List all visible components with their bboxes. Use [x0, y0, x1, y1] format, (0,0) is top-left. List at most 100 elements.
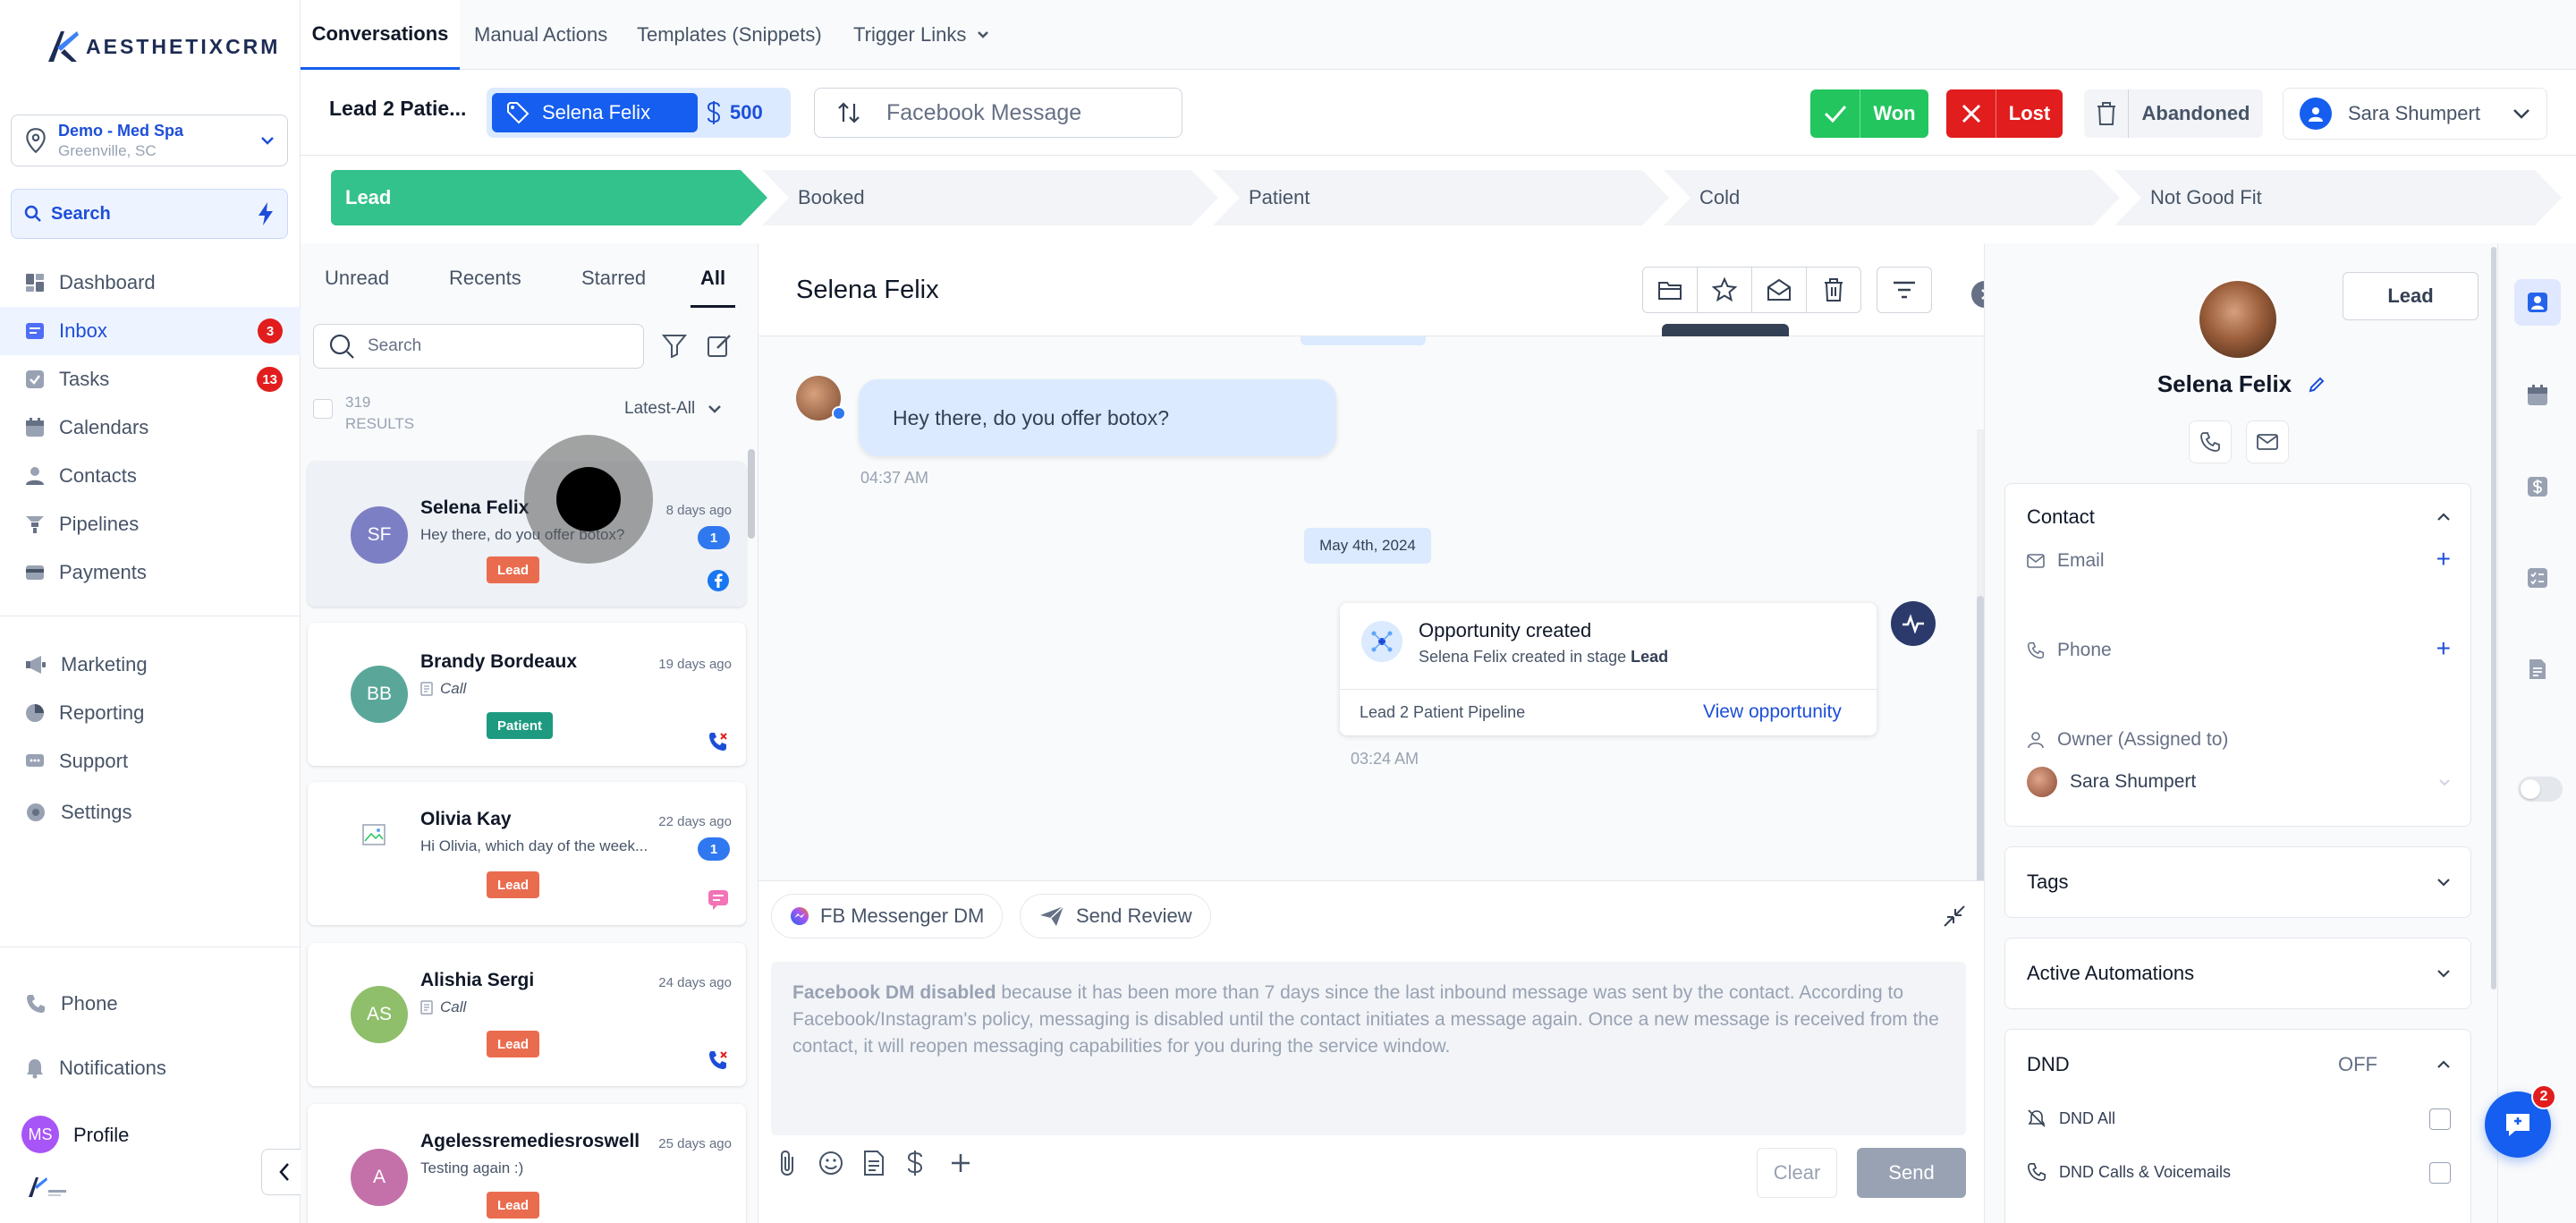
conversation-card[interactable]: A Agelessremediesroswell 25 days ago Tes… — [308, 1104, 746, 1223]
lightning-icon[interactable] — [257, 201, 275, 226]
tab-conversations[interactable]: Conversations — [301, 0, 460, 70]
conversation-card[interactable]: BB Brandy Bordeaux 19 days ago Call Pati… — [308, 623, 746, 766]
sidebar-item-inbox[interactable]: Inbox 3 — [0, 307, 301, 355]
owner-select[interactable]: Sara Shumpert — [2027, 767, 2451, 797]
location-switcher[interactable]: Demo - Med Spa Greenville, SC — [11, 115, 288, 166]
opportunity-header: Lead 2 Patie... Selena Felix 500 Faceboo… — [301, 70, 2576, 156]
emoji-icon[interactable] — [818, 1150, 846, 1180]
call-button[interactable] — [2189, 420, 2232, 463]
conversation-search[interactable]: Search — [313, 324, 644, 369]
profile-avatar[interactable]: MS — [21, 1116, 59, 1153]
star-button[interactable] — [1697, 267, 1752, 313]
compose-icon[interactable] — [707, 333, 732, 358]
filter-icon[interactable] — [662, 333, 687, 358]
tab-trigger-links[interactable]: Trigger Links — [853, 0, 989, 70]
owner-select[interactable]: Sara Shumpert — [2283, 88, 2547, 140]
appointments-tab[interactable] — [2514, 372, 2561, 419]
notes-tab[interactable] — [2514, 646, 2561, 692]
tab-recents[interactable]: Recents — [449, 267, 521, 308]
stage-booked[interactable]: Booked — [762, 170, 1218, 225]
payments-tab[interactable] — [2514, 463, 2561, 510]
add-email-button[interactable]: + — [2436, 545, 2451, 573]
move-to-folder-button[interactable] — [1642, 267, 1698, 313]
sidebar-item-dashboard[interactable]: Dashboard — [0, 259, 301, 307]
contact-stage-button[interactable]: Lead — [2343, 272, 2479, 320]
conversation-card[interactable]: AS Alishia Sergi 24 days ago Call Lead — [308, 943, 746, 1086]
filter-messages-button[interactable] — [1877, 267, 1932, 313]
view-opportunity-link[interactable]: View opportunity — [1703, 701, 1842, 723]
contact-panel-scrollbar[interactable] — [2491, 247, 2496, 989]
chevron-up-icon[interactable] — [2436, 513, 2451, 522]
source-select[interactable]: Facebook Message — [814, 88, 1182, 138]
tasks-tab[interactable] — [2514, 555, 2561, 601]
select-all-checkbox[interactable] — [313, 399, 333, 419]
sidebar-item-phone[interactable]: Phone — [0, 980, 301, 1028]
plus-icon[interactable] — [950, 1150, 979, 1180]
won-button[interactable]: Won — [1810, 89, 1928, 138]
tab-manual-actions[interactable]: Manual Actions — [474, 0, 607, 70]
sidebar-item-reporting[interactable]: Reporting — [0, 689, 301, 737]
sidebar-item-notifications[interactable]: Notifications — [0, 1044, 301, 1092]
abandoned-button[interactable]: Abandoned — [2084, 89, 2263, 138]
tab-starred[interactable]: Starred — [581, 267, 646, 308]
contact-name: Brandy Bordeaux — [420, 651, 578, 672]
attachment-icon[interactable] — [776, 1150, 805, 1180]
contact-details-tab[interactable] — [2514, 279, 2561, 326]
sidebar-item-payments[interactable]: Payments — [0, 548, 301, 597]
chevron-up-icon[interactable] — [2436, 1060, 2451, 1069]
stage-not-good-fit[interactable]: Not Good Fit — [2114, 170, 2562, 225]
tags-section[interactable]: Tags — [2004, 846, 2471, 918]
contacts-icon — [26, 467, 44, 485]
list-scrollbar[interactable] — [748, 449, 755, 539]
panel-toggle[interactable] — [2518, 777, 2563, 802]
pipeline-name[interactable]: Lead 2 Patie... — [329, 97, 466, 121]
sidebar-item-calendars[interactable]: Calendars — [0, 403, 301, 452]
brand-logo[interactable]: AESTHETIXCRM — [45, 27, 280, 66]
snippet-icon[interactable] — [862, 1150, 891, 1180]
tab-unread[interactable]: Unread — [325, 267, 389, 308]
section-title: Contact — [2027, 505, 2095, 528]
sidebar-item-settings[interactable]: Settings — [0, 788, 301, 837]
email-row: Email — [2027, 550, 2105, 572]
sort-select[interactable]: Latest-All — [624, 399, 722, 419]
channel-selector[interactable]: FB Messenger DM — [771, 894, 1004, 938]
contact-name-row: Selena Felix — [1985, 370, 2498, 398]
payment-link-icon[interactable] — [907, 1150, 936, 1180]
message-preview: Call — [420, 680, 466, 698]
messenger-icon — [791, 907, 809, 925]
stage-lead[interactable]: Lead — [331, 170, 767, 225]
tab-all[interactable]: All — [691, 267, 735, 308]
sidebar-item-tasks[interactable]: Tasks 13 — [0, 355, 301, 403]
contact-avatar: BB — [351, 666, 408, 723]
lost-button[interactable]: Lost — [1946, 89, 2063, 138]
bell-off-icon — [2028, 1109, 2046, 1127]
profile-label[interactable]: Profile — [73, 1124, 129, 1147]
sidebar-item-support[interactable]: Support — [0, 737, 301, 786]
opportunity-name-chip[interactable]: Selena Felix — [492, 93, 698, 132]
mark-unread-button[interactable] — [1751, 267, 1807, 313]
automations-section[interactable]: Active Automations — [2004, 938, 2471, 1009]
clear-button[interactable]: Clear — [1757, 1148, 1837, 1198]
edit-icon[interactable] — [2308, 376, 2326, 394]
send-button[interactable]: Send — [1857, 1148, 1966, 1198]
trash-icon — [1825, 278, 1843, 302]
dnd-all-checkbox[interactable] — [2429, 1108, 2451, 1130]
tab-templates[interactable]: Templates (Snippets) — [637, 0, 822, 70]
brand-name: AESTHETIXCRM — [86, 34, 281, 58]
sidebar-item-contacts[interactable]: Contacts — [0, 452, 301, 500]
send-review-button[interactable]: Send Review — [1020, 894, 1211, 938]
add-phone-button[interactable]: + — [2436, 634, 2451, 663]
sidebar-search-button[interactable]: Search — [11, 189, 288, 239]
collapse-composer-icon[interactable] — [1943, 905, 1966, 928]
conversation-card[interactable]: Olivia Kay 22 days ago Hi Olivia, which … — [308, 782, 746, 925]
stage-cold[interactable]: Cold — [1664, 170, 2120, 225]
stage-patient[interactable]: Patient — [1213, 170, 1669, 225]
sidebar-item-marketing[interactable]: Marketing — [0, 641, 301, 689]
user-icon — [2028, 732, 2044, 749]
opportunity-value-chip[interactable]: 500 — [707, 93, 763, 132]
email-button[interactable] — [2246, 420, 2289, 463]
delete-button[interactable] — [1806, 267, 1861, 313]
message-input[interactable]: Facebook DM disabled because it has been… — [771, 962, 1966, 1135]
dnd-calls-checkbox[interactable] — [2429, 1162, 2451, 1184]
sidebar-item-pipelines[interactable]: Pipelines — [0, 500, 301, 548]
